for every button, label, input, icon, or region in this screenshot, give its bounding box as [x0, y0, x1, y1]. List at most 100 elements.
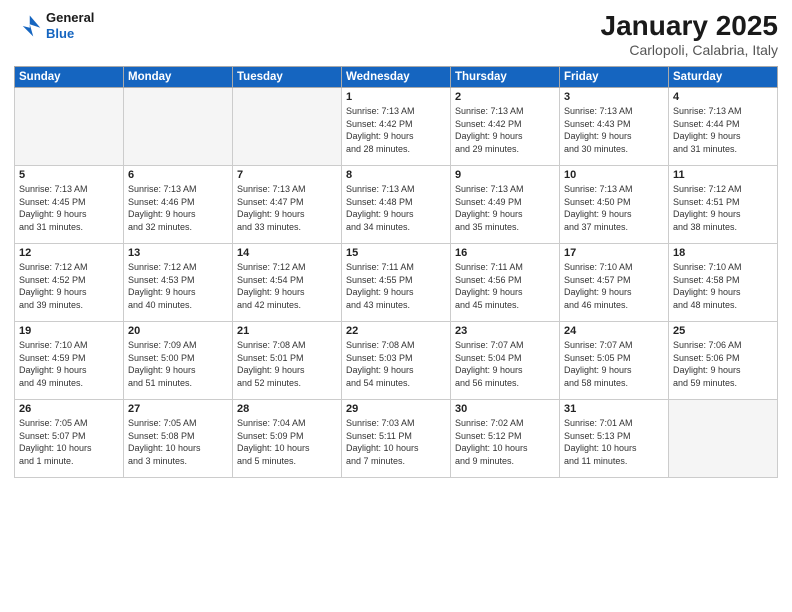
calendar-cell: 25Sunrise: 7:06 AM Sunset: 5:06 PM Dayli… — [669, 322, 778, 400]
day-number: 16 — [455, 247, 555, 259]
week-row-2: 12Sunrise: 7:12 AM Sunset: 4:52 PM Dayli… — [15, 244, 778, 322]
day-info: Sunrise: 7:12 AM Sunset: 4:52 PM Dayligh… — [19, 261, 119, 311]
day-number: 22 — [346, 325, 446, 337]
calendar-cell: 5Sunrise: 7:13 AM Sunset: 4:45 PM Daylig… — [15, 166, 124, 244]
weekday-header-thursday: Thursday — [451, 67, 560, 88]
weekday-header-monday: Monday — [124, 67, 233, 88]
calendar-table: SundayMondayTuesdayWednesdayThursdayFrid… — [14, 66, 778, 478]
day-info: Sunrise: 7:08 AM Sunset: 5:03 PM Dayligh… — [346, 339, 446, 389]
day-info: Sunrise: 7:03 AM Sunset: 5:11 PM Dayligh… — [346, 417, 446, 467]
calendar-cell: 29 Sunrise: 7:03 AM Sunset: 5:11 PM Dayli… — [342, 400, 451, 478]
day-info: Sunrise: 7:13 AM Sunset: 4:44 PM Dayligh… — [673, 105, 773, 155]
calendar-cell: 22 Sunrise: 7:08 AM Sunset: 5:03 PM Dayli… — [342, 322, 451, 400]
month-title: January 2025 — [601, 10, 778, 42]
weekday-header-saturday: Saturday — [669, 67, 778, 88]
week-row-3: 19 Sunrise: 7:10 AM Sunset: 4:59 PM Dayli… — [15, 322, 778, 400]
weekday-header-tuesday: Tuesday — [233, 67, 342, 88]
day-info: Sunrise: 7:01 AM Sunset: 5:13 PM Dayligh… — [564, 417, 664, 467]
day-info: Sunrise: 7:13 AM Sunset: 4:47 PM Dayligh… — [237, 183, 337, 233]
calendar-cell: 18 Sunrise: 7:10 AM Sunset: 4:58 PM Dayli… — [669, 244, 778, 322]
header: General Blue January 2025 Carlopoli, Cal… — [14, 10, 778, 58]
day-number: 20 — [128, 325, 228, 337]
logo-line1: General — [46, 10, 94, 26]
day-number: 9 — [455, 169, 555, 181]
day-info: Sunrise: 7:09 AM Sunset: 5:00 PM Dayligh… — [128, 339, 228, 389]
calendar-cell: 17 Sunrise: 7:10 AM Sunset: 4:57 PM Dayli… — [560, 244, 669, 322]
day-number: 18 — [673, 247, 773, 259]
day-info: Sunrise: 7:13 AM Sunset: 4:42 PM Dayligh… — [455, 105, 555, 155]
day-info: Sunrise: 7:13 AM Sunset: 4:42 PM Dayligh… — [346, 105, 446, 155]
day-info: Sunrise: 7:13 AM Sunset: 4:48 PM Dayligh… — [346, 183, 446, 233]
day-info: Sunrise: 7:13 AM Sunset: 4:43 PM Dayligh… — [564, 105, 664, 155]
calendar-cell: 24Sunrise: 7:07 AM Sunset: 5:05 PM Dayli… — [560, 322, 669, 400]
day-number: 30 — [455, 403, 555, 415]
calendar-cell: 14Sunrise: 7:12 AM Sunset: 4:54 PM Dayli… — [233, 244, 342, 322]
day-info: Sunrise: 7:08 AM Sunset: 5:01 PM Dayligh… — [237, 339, 337, 389]
calendar-cell: 6Sunrise: 7:13 AM Sunset: 4:46 PM Daylig… — [124, 166, 233, 244]
day-info: Sunrise: 7:10 AM Sunset: 4:58 PM Dayligh… — [673, 261, 773, 311]
calendar-cell: 2Sunrise: 7:13 AM Sunset: 4:42 PM Daylig… — [451, 88, 560, 166]
day-number: 19 — [19, 325, 119, 337]
day-number: 15 — [346, 247, 446, 259]
weekday-header-wednesday: Wednesday — [342, 67, 451, 88]
day-number: 11 — [673, 169, 773, 181]
weekday-header-row: SundayMondayTuesdayWednesdayThursdayFrid… — [15, 67, 778, 88]
calendar-cell: 13Sunrise: 7:12 AM Sunset: 4:53 PM Dayli… — [124, 244, 233, 322]
day-number: 21 — [237, 325, 337, 337]
day-number: 4 — [673, 91, 773, 103]
day-number: 17 — [564, 247, 664, 259]
title-block: January 2025 Carlopoli, Calabria, Italy — [601, 10, 778, 58]
calendar-cell: 4 Sunrise: 7:13 AM Sunset: 4:44 PM Daylig… — [669, 88, 778, 166]
day-number: 29 — [346, 403, 446, 415]
calendar-cell: 19 Sunrise: 7:10 AM Sunset: 4:59 PM Dayli… — [15, 322, 124, 400]
calendar-cell — [15, 88, 124, 166]
day-info: Sunrise: 7:05 AM Sunset: 5:08 PM Dayligh… — [128, 417, 228, 467]
day-info: Sunrise: 7:12 AM Sunset: 4:54 PM Dayligh… — [237, 261, 337, 311]
day-info: Sunrise: 7:10 AM Sunset: 4:59 PM Dayligh… — [19, 339, 119, 389]
day-number: 26 — [19, 403, 119, 415]
calendar-cell — [233, 88, 342, 166]
weekday-header-friday: Friday — [560, 67, 669, 88]
calendar-cell: 16 Sunrise: 7:11 AM Sunset: 4:56 PM Dayli… — [451, 244, 560, 322]
day-info: Sunrise: 7:12 AM Sunset: 4:53 PM Dayligh… — [128, 261, 228, 311]
day-number: 7 — [237, 169, 337, 181]
day-info: Sunrise: 7:04 AM Sunset: 5:09 PM Dayligh… — [237, 417, 337, 467]
day-number: 1 — [346, 91, 446, 103]
calendar-cell: 7 Sunrise: 7:13 AM Sunset: 4:47 PM Daylig… — [233, 166, 342, 244]
day-number: 10 — [564, 169, 664, 181]
week-row-4: 26Sunrise: 7:05 AM Sunset: 5:07 PM Dayli… — [15, 400, 778, 478]
calendar-cell — [669, 400, 778, 478]
week-row-1: 5Sunrise: 7:13 AM Sunset: 4:45 PM Daylig… — [15, 166, 778, 244]
calendar-cell: 21 Sunrise: 7:08 AM Sunset: 5:01 PM Dayli… — [233, 322, 342, 400]
day-number: 8 — [346, 169, 446, 181]
day-info: Sunrise: 7:13 AM Sunset: 4:50 PM Dayligh… — [564, 183, 664, 233]
day-info: Sunrise: 7:13 AM Sunset: 4:49 PM Dayligh… — [455, 183, 555, 233]
page: General Blue January 2025 Carlopoli, Cal… — [0, 0, 792, 612]
calendar-cell — [124, 88, 233, 166]
calendar-cell: 30Sunrise: 7:02 AM Sunset: 5:12 PM Dayli… — [451, 400, 560, 478]
day-info: Sunrise: 7:11 AM Sunset: 4:55 PM Dayligh… — [346, 261, 446, 311]
calendar-cell: 28Sunrise: 7:04 AM Sunset: 5:09 PM Dayli… — [233, 400, 342, 478]
logo-icon — [14, 12, 42, 40]
calendar-cell: 23 Sunrise: 7:07 AM Sunset: 5:04 PM Dayli… — [451, 322, 560, 400]
calendar-cell: 10 Sunrise: 7:13 AM Sunset: 4:50 PM Dayli… — [560, 166, 669, 244]
week-row-0: 1 Sunrise: 7:13 AM Sunset: 4:42 PM Daylig… — [15, 88, 778, 166]
weekday-header-sunday: Sunday — [15, 67, 124, 88]
day-number: 25 — [673, 325, 773, 337]
day-info: Sunrise: 7:13 AM Sunset: 4:45 PM Dayligh… — [19, 183, 119, 233]
day-number: 6 — [128, 169, 228, 181]
day-number: 23 — [455, 325, 555, 337]
day-number: 27 — [128, 403, 228, 415]
calendar-cell: 3 Sunrise: 7:13 AM Sunset: 4:43 PM Daylig… — [560, 88, 669, 166]
calendar-cell: 11Sunrise: 7:12 AM Sunset: 4:51 PM Dayli… — [669, 166, 778, 244]
day-info: Sunrise: 7:10 AM Sunset: 4:57 PM Dayligh… — [564, 261, 664, 311]
day-number: 3 — [564, 91, 664, 103]
calendar-cell: 27 Sunrise: 7:05 AM Sunset: 5:08 PM Dayli… — [124, 400, 233, 478]
day-info: Sunrise: 7:11 AM Sunset: 4:56 PM Dayligh… — [455, 261, 555, 311]
calendar-cell: 1 Sunrise: 7:13 AM Sunset: 4:42 PM Daylig… — [342, 88, 451, 166]
day-info: Sunrise: 7:07 AM Sunset: 5:04 PM Dayligh… — [455, 339, 555, 389]
calendar-cell: 8 Sunrise: 7:13 AM Sunset: 4:48 PM Daylig… — [342, 166, 451, 244]
logo-line2: Blue — [46, 26, 94, 42]
day-info: Sunrise: 7:07 AM Sunset: 5:05 PM Dayligh… — [564, 339, 664, 389]
calendar-cell: 31Sunrise: 7:01 AM Sunset: 5:13 PM Dayli… — [560, 400, 669, 478]
